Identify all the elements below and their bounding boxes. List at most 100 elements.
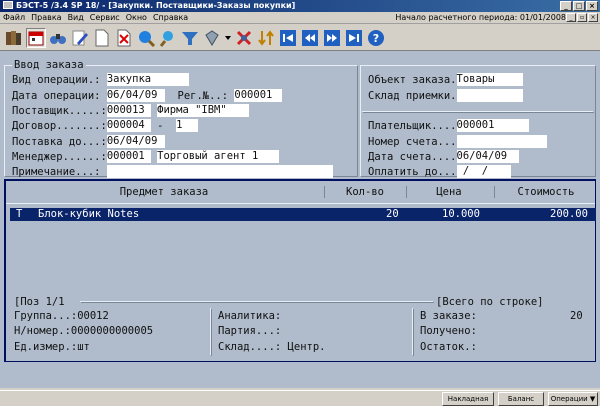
- last-record-icon[interactable]: [344, 28, 364, 48]
- header-underline: [6, 203, 595, 204]
- manager-code-field[interactable]: 000001: [106, 150, 151, 163]
- menu-service[interactable]: Сервис: [87, 12, 123, 24]
- row-payer: Плательщик....000001: [368, 119, 529, 133]
- gem-icon[interactable]: [202, 28, 222, 48]
- col-header-item[interactable]: Предмет заказа: [6, 184, 322, 200]
- row-object: Объект заказа.Товары: [368, 73, 523, 87]
- manager-label: Менеджер......:: [12, 151, 107, 163]
- child-minimize-button[interactable]: _: [566, 13, 576, 22]
- menu-file[interactable]: Файл: [0, 12, 28, 24]
- supplier-code-field[interactable]: 000013: [106, 104, 151, 117]
- remain-label: Остаток.:: [420, 341, 477, 353]
- new-document-icon[interactable]: [92, 28, 112, 48]
- row-pay-by: Оплатить до... / /: [368, 165, 511, 179]
- payer-field[interactable]: 000001: [456, 119, 529, 132]
- row-delivery: Поставка до...:06/04/09: [12, 135, 165, 149]
- help-icon[interactable]: ?: [366, 28, 386, 48]
- object-field[interactable]: Товары: [456, 73, 523, 86]
- delivery-field[interactable]: 06/04/09: [106, 135, 165, 148]
- col-header-qty[interactable]: Кол-во: [326, 184, 404, 200]
- close-button[interactable]: ×: [586, 1, 598, 11]
- first-record-icon[interactable]: [278, 28, 298, 48]
- contract-dash: -: [157, 120, 164, 132]
- group-label: Группа...:: [14, 310, 78, 322]
- manager-name-field[interactable]: Торговый агент 1: [157, 150, 280, 163]
- filter-icon[interactable]: [136, 28, 156, 48]
- position-indicator: [Поз 1/1: [14, 296, 65, 308]
- invoice-date-field[interactable]: 06/04/09: [456, 150, 519, 163]
- sort-icon[interactable]: [256, 28, 276, 48]
- invoice-button[interactable]: Накладная: [442, 392, 494, 406]
- status-bar: Накладная Баланс Операции ▼: [0, 390, 600, 406]
- row-note: Примечание...:: [12, 165, 333, 179]
- operations-button[interactable]: Операции ▼: [548, 392, 598, 406]
- row-qty: 20: [386, 208, 399, 220]
- received-label: Получено:: [420, 325, 477, 337]
- app-icon: [3, 1, 13, 9]
- books-icon[interactable]: [4, 28, 24, 48]
- maximize-button[interactable]: □: [573, 1, 585, 11]
- unit-value: шт: [77, 341, 90, 353]
- delete-icon[interactable]: [114, 28, 134, 48]
- row-contract: Договор.......:000004 - 1: [12, 119, 199, 133]
- row-unit: Ед.измер.:шт: [14, 340, 90, 354]
- op-date-field[interactable]: 06/04/09: [106, 89, 165, 102]
- footer-line: [80, 301, 434, 303]
- col-header-price[interactable]: Цена: [408, 184, 490, 200]
- form-legend: Ввод заказа: [12, 59, 86, 71]
- menu-edit[interactable]: Правка: [28, 12, 64, 24]
- row-invoice: Номер счета...: [368, 135, 547, 149]
- payer-label: Плательщик....: [368, 120, 457, 132]
- cancel-icon[interactable]: [234, 28, 254, 48]
- row-store: Склад....: Центр.: [218, 340, 325, 354]
- menu-window[interactable]: Окно: [123, 12, 150, 24]
- row-op-date: Дата операции: 06/04/09 Рег.№..: 000001: [12, 89, 283, 103]
- footer-divider: [210, 308, 212, 356]
- order-items-grid: Предмет заказа Кол-во Цена Стоимость T Б…: [4, 179, 596, 362]
- minimize-button[interactable]: _: [560, 1, 572, 11]
- col-header-cost[interactable]: Стоимость: [496, 184, 596, 200]
- note-field[interactable]: [106, 165, 333, 178]
- unit-label: Ед.измер.:: [14, 341, 78, 353]
- search-binoculars-icon[interactable]: [48, 28, 68, 48]
- pay-by-field[interactable]: / /: [456, 165, 511, 178]
- row-warehouse: Склад приемки.: [368, 89, 523, 103]
- row-group: Группа...:00012: [14, 309, 109, 323]
- pay-by-label: Оплатить до...: [368, 166, 457, 178]
- store-label: Склад....:: [218, 341, 282, 353]
- row-supplier: Поставщик.....:000013 Фирма "IBM": [12, 104, 250, 118]
- supplier-name-field[interactable]: Фирма "IBM": [157, 104, 250, 117]
- right-divider: [362, 111, 594, 113]
- table-row[interactable]: T Блок-кубик Notes 20 10.000 200.00: [10, 208, 596, 221]
- row-nnum: Н/номер.:0000000000005: [14, 324, 153, 338]
- next-record-icon[interactable]: [322, 28, 342, 48]
- child-close-button[interactable]: ×: [588, 13, 598, 22]
- prev-record-icon[interactable]: [300, 28, 320, 48]
- reg-field[interactable]: 000001: [234, 89, 283, 102]
- object-label: Объект заказа.: [368, 74, 457, 86]
- child-restore-button[interactable]: ▫: [577, 13, 587, 22]
- contract-code-field[interactable]: 000004: [106, 119, 151, 132]
- row-invoice-date: Дата счета....06/04/09: [368, 150, 519, 164]
- menu-bar: Файл Правка Вид Сервис Окно Справка Начало ра…: [0, 12, 600, 24]
- analytics-label: Аналитика:: [218, 310, 282, 322]
- arrow-down-icon[interactable]: [224, 28, 232, 48]
- nnum-value: 0000000000005: [70, 325, 154, 337]
- contract-num-field[interactable]: 1: [176, 119, 199, 132]
- cancel-filter-icon[interactable]: [180, 28, 200, 48]
- row-manager: Менеджер......:000001 Торговый агент 1: [12, 150, 280, 164]
- calendar-icon[interactable]: [26, 27, 46, 48]
- row-price: 10.000: [442, 208, 480, 220]
- warehouse-field[interactable]: [456, 89, 523, 102]
- menu-view[interactable]: Вид: [65, 12, 87, 24]
- edit-pencil-icon[interactable]: [70, 28, 90, 48]
- col-sep: [324, 186, 325, 198]
- svg-text:?: ?: [373, 32, 379, 45]
- balance-button[interactable]: Баланс: [498, 392, 544, 406]
- menu-help[interactable]: Справка: [150, 12, 191, 24]
- note-label: Примечание...:: [12, 166, 101, 178]
- invoice-field[interactable]: [456, 135, 547, 148]
- find-icon[interactable]: [158, 28, 178, 48]
- row-type: T: [16, 208, 23, 220]
- op-type-field[interactable]: Закупка: [106, 73, 189, 86]
